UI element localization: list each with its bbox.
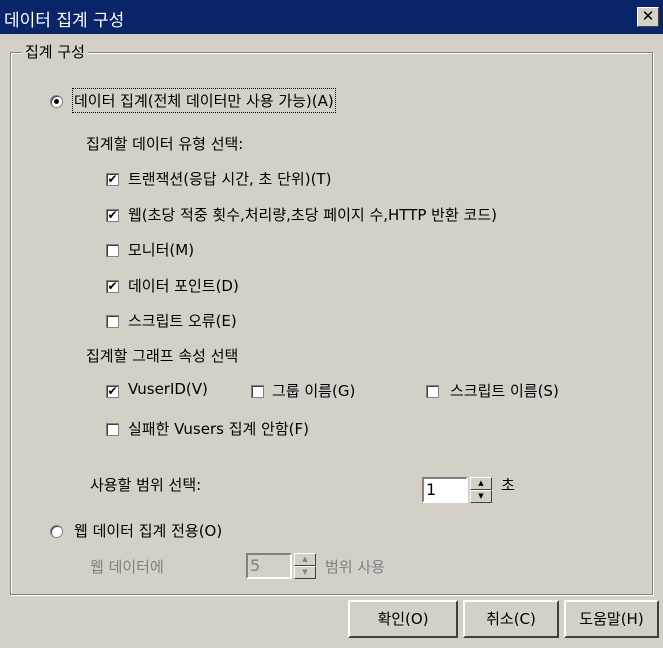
checkbox-web-label[interactable]: 웹(초당 적중 횟수,처리량,초당 페이지 수,HTTP 반환 코드) (128, 204, 497, 225)
web-granularity-suffix: 범위 사용 (325, 558, 385, 576)
granularity-unit: 초 (501, 476, 515, 494)
granularity-spinner[interactable]: ▲ ▼ (470, 477, 492, 503)
radio-aggregate-data-label[interactable]: 데이터 집계(전체 데이터만 사용 가능)(A) (72, 88, 336, 113)
granularity-label: 사용할 범위 선택: (90, 476, 202, 494)
radio-web-data-only-label[interactable]: 웹 데이터 집계 전용(O) (74, 520, 222, 541)
close-icon: ✕ (641, 7, 655, 25)
title-bar: 데이터 집계 구성 ✕ (0, 0, 663, 34)
spin-down-icon[interactable]: ▼ (470, 490, 492, 503)
checkbox-failed-vusers[interactable] (106, 423, 119, 436)
checkbox-group-name-label[interactable]: 그룹 이름(G) (272, 380, 355, 401)
help-button[interactable]: 도움말(H) (564, 600, 659, 638)
group-legend: 집계 구성 (22, 41, 88, 62)
checkbox-script-name[interactable] (426, 385, 439, 398)
checkbox-data-point[interactable]: ✔ (106, 280, 119, 293)
ok-button[interactable]: 확인(O) (348, 600, 458, 638)
checkbox-failed-vusers-label[interactable]: 실패한 Vusers 집계 안함(F) (128, 418, 309, 439)
web-granularity-prefix: 웹 데이터에 (90, 558, 164, 576)
checkbox-monitor-label[interactable]: 모니터(M) (128, 239, 194, 260)
checkbox-vuserid-label[interactable]: VuserID(V) (128, 380, 208, 398)
spin-up-icon: ▲ (294, 553, 316, 566)
graph-props-heading: 집계할 그래프 속성 선택 (86, 347, 239, 365)
checkbox-web[interactable]: ✔ (106, 209, 119, 222)
checkbox-script-errors[interactable] (106, 315, 119, 328)
window-title: 데이터 집계 구성 (4, 11, 125, 31)
web-granularity-input: 5 (246, 553, 292, 579)
granularity-input[interactable]: 1 (422, 477, 468, 503)
spin-down-icon: ▼ (294, 566, 316, 579)
check-icon: ✔ (107, 208, 118, 222)
spin-up-icon[interactable]: ▲ (470, 477, 492, 490)
close-button[interactable]: ✕ (637, 7, 659, 27)
checkbox-script-name-label[interactable]: 스크립트 이름(S) (450, 380, 559, 401)
radio-web-data-only[interactable] (50, 525, 63, 538)
checkbox-data-point-label[interactable]: 데이터 포인트(D) (128, 275, 239, 296)
checkbox-vuserid[interactable]: ✔ (106, 385, 119, 398)
check-icon: ✔ (107, 279, 118, 293)
cancel-button[interactable]: 취소(C) (463, 600, 559, 638)
radio-aggregate-data[interactable] (50, 95, 63, 108)
web-granularity-spinner: ▲ ▼ (294, 553, 316, 579)
checkbox-transactions[interactable]: ✔ (106, 173, 119, 186)
checkbox-transactions-label[interactable]: 트랜잭션(응답 시간, 초 단위)(T) (128, 168, 331, 189)
data-types-heading: 집계할 데이터 유형 선택: (86, 135, 244, 153)
checkbox-monitor[interactable] (106, 244, 119, 257)
check-icon: ✔ (107, 384, 118, 398)
checkbox-group-name[interactable] (251, 385, 264, 398)
checkbox-script-errors-label[interactable]: 스크립트 오류(E) (128, 310, 237, 331)
check-icon: ✔ (107, 172, 118, 186)
